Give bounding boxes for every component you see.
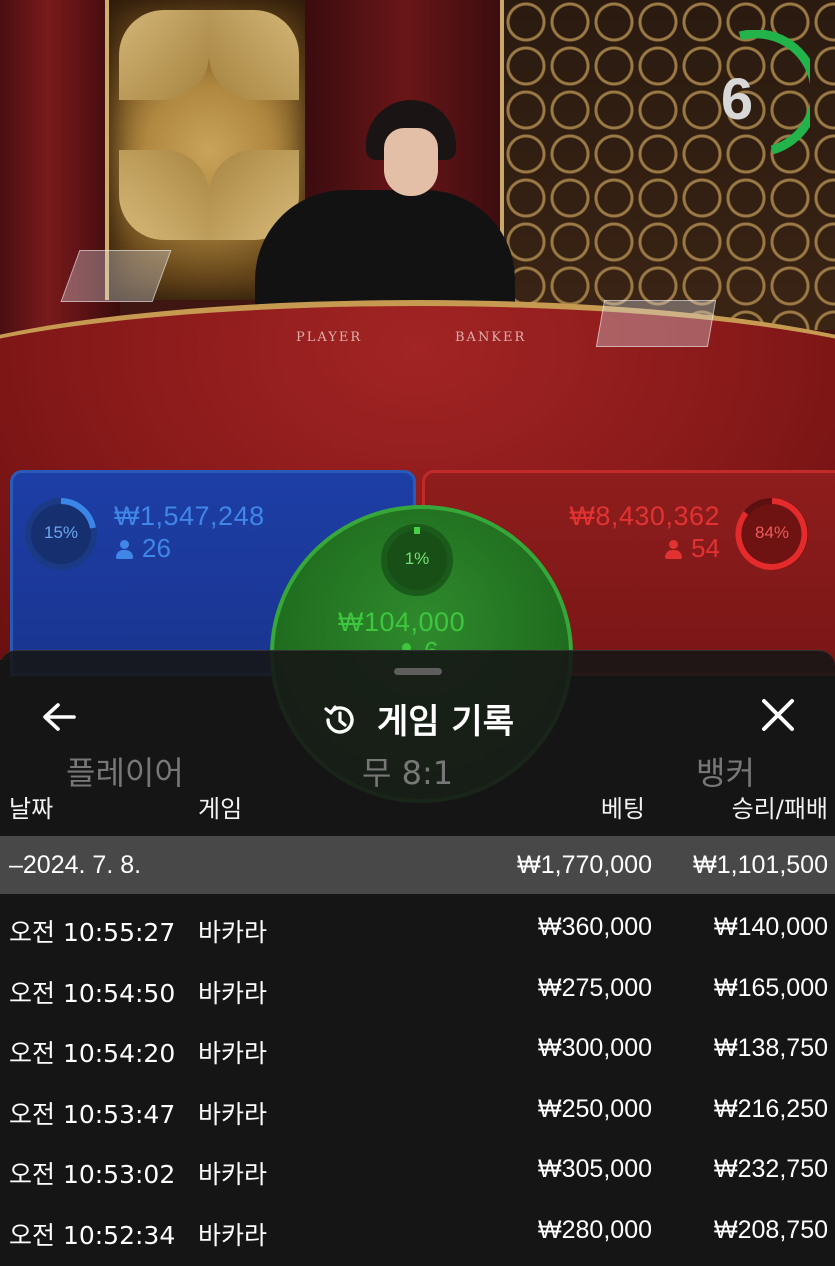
banker-bettor-count: 54 <box>600 533 720 564</box>
curtain-left <box>0 0 120 360</box>
row-game: 바카라 <box>198 918 268 947</box>
banker-percent: 84% <box>754 523 790 542</box>
banker-bet-amount: ₩8,430,362 <box>569 501 720 531</box>
history-title-text: 게임 기록 <box>377 702 514 742</box>
column-header-bet: 베팅 <box>600 795 645 823</box>
row-game: 바카라 <box>198 1100 268 1129</box>
countdown-timer: 6 <box>720 67 754 132</box>
history-icon <box>324 705 354 734</box>
date-group-bet-total: ₩1,770,000 <box>517 851 652 879</box>
row-time: 오전 10:54:20 <box>9 1039 176 1068</box>
table-label-banker: BANKER <box>455 330 527 345</box>
column-header-date: 날짜 <box>9 795 54 823</box>
history-row[interactable]: 오전 10:55:27 바카라 ₩360,000 ₩140,000 <box>0 913 835 953</box>
history-row[interactable]: 오전 10:54:20 바카라 ₩300,000 ₩138,750 <box>0 1034 835 1074</box>
row-winloss: ₩140,000 <box>714 913 828 941</box>
tie-percent: 1% <box>404 549 430 568</box>
row-time: 오전 10:54:50 <box>9 979 176 1008</box>
player-bet-amount: ₩1,547,248 <box>114 501 265 531</box>
row-winloss: ₩216,250 <box>714 1095 828 1123</box>
underlay-tie-label: 무 8:1 <box>362 754 454 792</box>
row-game: 바카라 <box>198 1039 268 1068</box>
underlay-player-label: 플레이어 <box>66 754 184 792</box>
history-row[interactable]: 오전 10:52:34 바카라 ₩280,000 ₩208,750 <box>0 1216 835 1256</box>
row-time: 오전 10:55:27 <box>9 918 176 947</box>
row-winloss: ₩208,750 <box>714 1216 828 1244</box>
user-icon <box>665 540 683 559</box>
date-group-label: –2024. 7. 8. <box>9 851 142 879</box>
date-group-winloss-total: ₩1,101,500 <box>693 851 828 879</box>
tie-bet-amount: ₩104,000 <box>338 607 466 637</box>
history-title: 게임 기록 <box>0 694 835 743</box>
row-bet: ₩360,000 <box>538 913 652 941</box>
row-winloss: ₩138,750 <box>714 1034 828 1062</box>
user-icon <box>116 540 133 559</box>
sheet-drag-handle[interactable] <box>394 668 442 675</box>
row-game: 바카라 <box>198 979 268 1008</box>
close-icon[interactable] <box>756 697 800 737</box>
row-winloss: ₩165,000 <box>714 974 828 1002</box>
row-game: 바카라 <box>198 1160 268 1189</box>
history-row[interactable]: 오전 10:53:47 바카라 ₩250,000 ₩216,250 <box>0 1095 835 1135</box>
row-time: 오전 10:53:47 <box>9 1100 176 1129</box>
date-group-row[interactable]: –2024. 7. 8. ₩1,770,000 ₩1,101,500 <box>0 836 835 894</box>
history-row[interactable]: 오전 10:54:50 바카라 ₩275,000 ₩165,000 <box>0 974 835 1014</box>
table-label-player: PLAYER <box>296 330 363 345</box>
user-icon <box>398 643 414 650</box>
row-time: 오전 10:52:34 <box>9 1221 176 1250</box>
column-header-winloss: 승리/패배 <box>731 795 828 823</box>
row-bet: ₩275,000 <box>538 974 652 1002</box>
player-percent: 15% <box>43 523 79 542</box>
row-winloss: ₩232,750 <box>714 1155 828 1183</box>
player-bettor-count: 26 <box>116 533 171 564</box>
row-game: 바카라 <box>198 1221 268 1250</box>
card-shoe-right <box>595 300 717 347</box>
card-shoe-left <box>60 250 172 302</box>
row-time: 오전 10:53:02 <box>9 1160 176 1189</box>
history-row[interactable]: 오전 10:53:02 바카라 ₩305,000 ₩232,750 <box>0 1155 835 1195</box>
row-bet: ₩280,000 <box>538 1216 652 1244</box>
row-bet: ₩300,000 <box>538 1034 652 1062</box>
row-bet: ₩305,000 <box>538 1155 652 1183</box>
tie-bettor-count: 6 <box>398 636 438 650</box>
column-header-game: 게임 <box>198 795 243 823</box>
underlay-banker-label: 뱅커 <box>696 754 755 792</box>
row-bet: ₩250,000 <box>538 1095 652 1123</box>
